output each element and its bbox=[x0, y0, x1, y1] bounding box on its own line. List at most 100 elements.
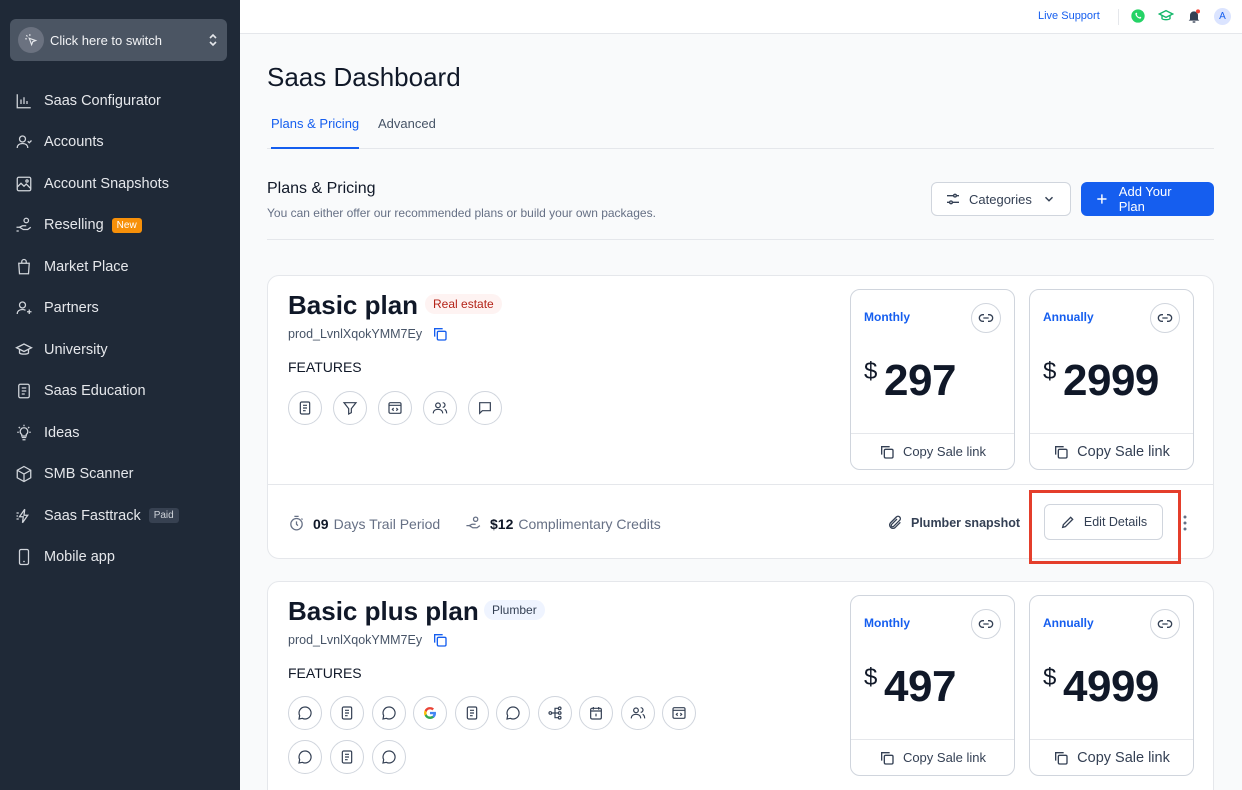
message-dots-icon bbox=[288, 740, 322, 774]
tab-advanced[interactable]: Advanced bbox=[378, 116, 436, 149]
message-dots-icon bbox=[288, 696, 322, 730]
copy-icon[interactable] bbox=[432, 326, 448, 342]
link-icon bbox=[1157, 314, 1173, 322]
link-icon bbox=[1157, 620, 1173, 628]
billing-period: Monthly bbox=[864, 310, 910, 324]
chat-icon bbox=[372, 740, 406, 774]
plan-category-tag: Plumber bbox=[484, 600, 545, 620]
tab-plans-pricing[interactable]: Plans & Pricing bbox=[271, 116, 360, 149]
sidebar-item-label: Saas Education bbox=[44, 383, 146, 400]
switcher-label: Click here to switch bbox=[50, 32, 162, 48]
snapshot-link[interactable]: Plumber snapshot bbox=[887, 515, 1020, 531]
cube-icon bbox=[16, 466, 32, 483]
chevron-up-down-icon bbox=[209, 33, 217, 47]
document-icon bbox=[288, 391, 322, 425]
section-divider bbox=[267, 239, 1214, 240]
hand-coin-icon bbox=[16, 217, 32, 232]
chat-icon bbox=[496, 696, 530, 730]
copy-icon bbox=[880, 751, 894, 765]
copy-icon[interactable] bbox=[432, 632, 448, 648]
sidebar-item-saas-education[interactable]: Saas Education bbox=[0, 371, 240, 413]
sidebar-item-saas-configurator[interactable]: Saas Configurator bbox=[0, 80, 240, 122]
timer-icon bbox=[290, 515, 303, 531]
sidebar-item-reselling[interactable]: Reselling New bbox=[0, 205, 240, 247]
sidebar-item-label: SMB Scanner bbox=[44, 466, 134, 483]
plan-card-footer: 09 Days Trail Period $12 Complimentary C… bbox=[268, 484, 1213, 564]
monthly-price-box: Monthly $ 297 Copy Sale link bbox=[850, 289, 1015, 470]
chat-icon bbox=[468, 391, 502, 425]
price-amount: 297 bbox=[884, 356, 956, 405]
sidebar-item-label: Reselling bbox=[44, 217, 104, 234]
copy-sale-link-button[interactable]: Copy Sale link bbox=[851, 739, 1014, 775]
sidebar-item-label: Market Place bbox=[44, 258, 129, 275]
top-bar: Live Support A bbox=[240, 0, 1242, 34]
plan-card: Basic plus plan Plumber prod_LvnlXqokYMM… bbox=[267, 581, 1214, 790]
fast-icon bbox=[16, 508, 29, 523]
billing-period: Annually bbox=[1043, 310, 1094, 324]
book-icon bbox=[18, 383, 30, 399]
paid-badge: Paid bbox=[148, 508, 179, 524]
sidebar-item-mobile-app[interactable]: Mobile app bbox=[0, 537, 240, 579]
features-heading: FEATURES bbox=[288, 665, 362, 681]
user-icon bbox=[16, 135, 32, 149]
copy-icon bbox=[1055, 445, 1068, 459]
cursor-click-icon bbox=[18, 27, 44, 53]
section-subtitle: You can either offer our recommended pla… bbox=[267, 206, 656, 220]
sidebar-item-partners[interactable]: Partners bbox=[0, 288, 240, 330]
add-plan-label: Add Your Plan bbox=[1118, 184, 1172, 214]
copy-icon bbox=[1055, 751, 1068, 765]
sidebar-item-saas-fasttrack[interactable]: Saas Fasttrack Paid bbox=[0, 495, 240, 537]
credits-label: Complimentary Credits bbox=[518, 515, 661, 532]
live-support-link[interactable]: Live Support bbox=[1038, 10, 1100, 22]
copy-sale-link-button[interactable]: Copy Sale link bbox=[1030, 433, 1193, 469]
tab-bar: Plans & Pricing Advanced bbox=[267, 104, 1214, 149]
plan-category-tag: Real estate bbox=[425, 294, 502, 314]
link-icon bbox=[978, 620, 994, 628]
features-heading: FEATURES bbox=[288, 359, 362, 375]
chart-icon bbox=[16, 94, 31, 109]
avatar[interactable]: A bbox=[1214, 8, 1231, 25]
sidebar-item-account-snapshots[interactable]: Account Snapshots bbox=[0, 163, 240, 205]
account-switcher[interactable]: Click here to switch bbox=[10, 19, 227, 61]
sidebar-item-accounts[interactable]: Accounts bbox=[0, 122, 240, 164]
snapshot-label: Plumber snapshot bbox=[911, 516, 1021, 530]
sidebar-item-ideas[interactable]: Ideas bbox=[0, 412, 240, 454]
link-button[interactable] bbox=[971, 303, 1001, 333]
copy-sale-link-button[interactable]: Copy Sale link bbox=[851, 433, 1014, 469]
sidebar-item-label: Account Snapshots bbox=[44, 175, 169, 192]
sidebar-item-label: Accounts bbox=[44, 134, 104, 151]
product-id: prod_LvnlXqokYMM7Ey bbox=[288, 327, 423, 341]
currency-symbol: $ bbox=[1043, 358, 1057, 385]
new-badge: New bbox=[111, 217, 142, 233]
plan-name: Basic plus plan bbox=[288, 596, 479, 626]
more-options-icon[interactable] bbox=[1182, 514, 1188, 532]
snapshot-icon bbox=[16, 176, 32, 192]
link-icon bbox=[978, 314, 994, 322]
monthly-price-box: Monthly $ 497 Copy Sale link bbox=[850, 595, 1015, 776]
sidebar-item-smb-scanner[interactable]: SMB Scanner bbox=[0, 454, 240, 496]
sidebar-item-label: University bbox=[44, 341, 108, 358]
users-icon bbox=[423, 391, 457, 425]
link-button[interactable] bbox=[1150, 609, 1180, 639]
graduation-cap-icon[interactable] bbox=[1158, 8, 1174, 24]
sidebar-item-university[interactable]: University bbox=[0, 329, 240, 371]
price-amount: 2999 bbox=[1063, 356, 1159, 405]
currency-symbol: $ bbox=[864, 358, 878, 385]
copy-sale-link-button[interactable]: Copy Sale link bbox=[1030, 739, 1193, 775]
user-plus-icon bbox=[16, 301, 32, 315]
document-icon bbox=[330, 740, 364, 774]
add-plan-button[interactable]: Add Your Plan bbox=[1081, 182, 1214, 216]
sidebar-item-label: Saas Fasttrack bbox=[44, 507, 141, 524]
annual-price-box: Annually $ 4999 Copy Sale link bbox=[1029, 595, 1194, 776]
link-button[interactable] bbox=[1150, 303, 1180, 333]
bell-icon[interactable] bbox=[1186, 8, 1202, 24]
chat-icon bbox=[372, 696, 406, 730]
google-icon bbox=[413, 696, 447, 730]
copy-sale-link-label: Copy Sale link bbox=[902, 750, 987, 765]
sidebar-item-market-place[interactable]: Market Place bbox=[0, 246, 240, 288]
document-icon bbox=[455, 696, 489, 730]
categories-dropdown[interactable]: Categories bbox=[931, 182, 1071, 216]
whatsapp-icon[interactable] bbox=[1130, 8, 1146, 24]
code-window-icon bbox=[378, 391, 412, 425]
link-button[interactable] bbox=[971, 609, 1001, 639]
